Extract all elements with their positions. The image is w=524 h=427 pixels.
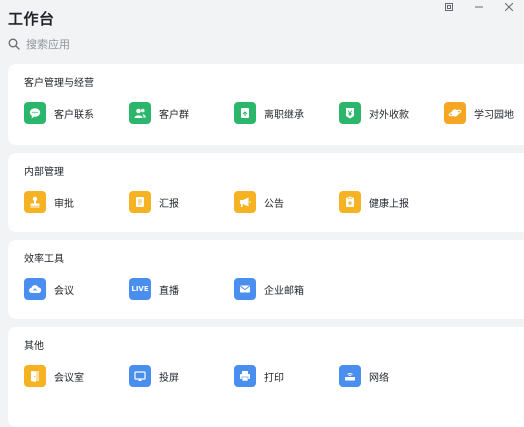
app-label: 直播 (159, 285, 179, 297)
app-label: 离职继承 (264, 109, 304, 121)
wifi-router-icon (339, 365, 361, 387)
app-label: 客户群 (159, 109, 189, 121)
section-efficiency-tools: 效率工具 会议 LIVE 直播 企业邮箱 (8, 240, 524, 319)
restore-button[interactable] (434, 0, 464, 14)
app-resignation-handover[interactable]: 离职继承 (234, 102, 339, 124)
screen-cast-icon (129, 365, 151, 387)
app-meeting[interactable]: 会议 (24, 278, 129, 300)
app-label: 学习园地 (474, 109, 514, 121)
app-label: 会议室 (54, 372, 84, 384)
app-customer-contact[interactable]: 客户联系 (24, 102, 129, 124)
app-label: 网络 (369, 372, 389, 384)
search-input[interactable] (26, 37, 186, 51)
app-enterprise-mail[interactable]: 企业邮箱 (234, 278, 339, 300)
app-label: 打印 (264, 372, 284, 384)
app-network[interactable]: 网络 (339, 365, 444, 387)
app-label: 投屏 (159, 372, 179, 384)
page-title: 工作台 (8, 10, 55, 28)
search-bar[interactable] (8, 34, 208, 54)
minimize-icon (475, 6, 483, 8)
app-label: 公告 (264, 198, 284, 210)
section-title: 其他 (24, 341, 44, 352)
group-icon (129, 102, 151, 124)
app-meeting-room[interactable]: 会议室 (24, 365, 129, 387)
megaphone-icon (234, 191, 256, 213)
chat-bubble-icon (24, 102, 46, 124)
app-label: 客户联系 (54, 109, 94, 121)
yen-icon (339, 102, 361, 124)
app-print[interactable]: 打印 (234, 365, 339, 387)
printer-icon (234, 365, 256, 387)
restore-icon (445, 3, 453, 11)
app-label: 会议 (54, 285, 74, 297)
mail-icon (234, 278, 256, 300)
section-others: 其他 会议室 投屏 打印 网络 (8, 327, 524, 427)
app-screen-cast[interactable]: 投屏 (129, 365, 234, 387)
close-icon (505, 3, 513, 11)
live-icon: LIVE (129, 278, 151, 300)
health-report-icon (339, 191, 361, 213)
stamp-icon (24, 191, 46, 213)
report-icon (129, 191, 151, 213)
section-internal-management: 内部管理 审批 汇报 公告 健康上报 (8, 153, 524, 232)
window-controls (434, 0, 524, 14)
cloud-meeting-icon (24, 278, 46, 300)
section-title: 客户管理与经营 (24, 78, 94, 89)
app-customer-group[interactable]: 客户群 (129, 102, 234, 124)
app-label: 对外收款 (369, 109, 409, 121)
app-live[interactable]: LIVE 直播 (129, 278, 234, 300)
app-label: 健康上报 (369, 198, 409, 210)
app-learning-garden[interactable]: 学习园地 (444, 102, 524, 124)
app-label: 企业邮箱 (264, 285, 304, 297)
app-report[interactable]: 汇报 (129, 191, 234, 213)
app-label: 审批 (54, 198, 74, 210)
app-announcement[interactable]: 公告 (234, 191, 339, 213)
section-title: 效率工具 (24, 254, 64, 265)
door-icon (24, 365, 46, 387)
app-approval[interactable]: 审批 (24, 191, 129, 213)
live-icon-text: LIVE (131, 285, 149, 293)
handover-doc-icon (234, 102, 256, 124)
section-customer-management: 客户管理与经营 客户联系 客户群 离职继承 对外收款 学习园地 (8, 64, 524, 145)
app-label: 汇报 (159, 198, 179, 210)
minimize-button[interactable] (464, 0, 494, 14)
planet-icon (444, 102, 466, 124)
app-external-payment[interactable]: 对外收款 (339, 102, 444, 124)
close-button[interactable] (494, 0, 524, 14)
search-icon (8, 38, 20, 50)
section-title: 内部管理 (24, 167, 64, 178)
app-health-report[interactable]: 健康上报 (339, 191, 444, 213)
